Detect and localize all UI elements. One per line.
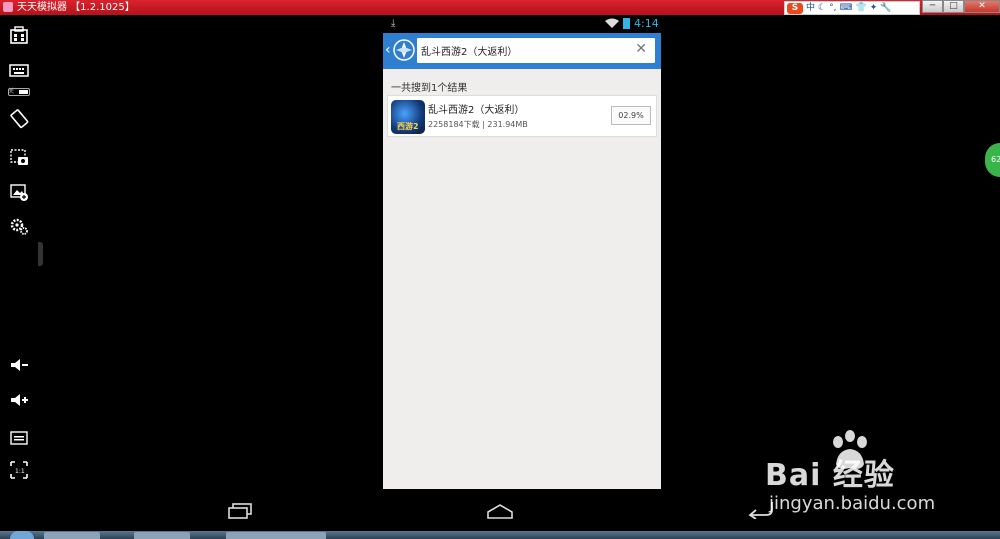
menu-icon[interactable]: [8, 425, 30, 447]
home-button[interactable]: [486, 503, 514, 519]
ime-keyboard-icon[interactable]: ⌨: [839, 3, 852, 14]
android-screen: ⤓ 4:14 ‹ 乱斗西游2（大返利） ✕ 一共搜到1个结果 西游2 乱斗西游2…: [383, 15, 661, 489]
ime-language-toggle[interactable]: 中: [806, 3, 815, 14]
app-icon-label: 西游2: [397, 122, 419, 131]
game-app-icon[interactable]: 西游2: [391, 100, 425, 134]
wifi-icon: [605, 18, 619, 28]
watermark-url: jingyan.baidu.com: [769, 493, 936, 514]
battery-icon: [623, 18, 630, 29]
ime-star-icon[interactable]: ✦: [870, 3, 878, 14]
app-header: ‹ 乱斗西游2（大返利） ✕: [383, 33, 661, 69]
keyboard-icon[interactable]: [8, 59, 30, 81]
recent-apps-button[interactable]: [227, 503, 253, 519]
window-titlebar: 天天模拟器 【1.2.1025】 S 中 ☾ °, ⌨ 👕 ✦ 🔧 ─ □ ✕: [0, 0, 1000, 15]
status-time: 4:14: [634, 17, 659, 30]
taskbar-item[interactable]: [134, 532, 190, 539]
watermark-brand: Bai 经验: [765, 458, 895, 493]
taskbar-item[interactable]: [44, 532, 100, 539]
ime-moon-icon[interactable]: ☾: [818, 3, 826, 14]
ime-skin-icon[interactable]: 👕: [855, 3, 866, 14]
volume-down-icon[interactable]: [8, 354, 30, 376]
ime-tools-icon[interactable]: 🔧: [880, 3, 891, 14]
app-logo-icon[interactable]: [393, 39, 415, 61]
search-input[interactable]: 乱斗西游2（大返利） ✕: [417, 38, 655, 63]
close-button[interactable]: ✕: [964, 0, 1000, 13]
sidebar-collapse-handle[interactable]: [38, 242, 43, 266]
download-icon: ⤓: [391, 18, 396, 29]
keyboard-toggle-switch[interactable]: 关: [8, 88, 30, 96]
list-item[interactable]: 西游2 乱斗西游2（大返利） 2258184下载 | 231.94MB 02.9…: [387, 95, 657, 137]
baidu-watermark: Bai 经验 jingyan.baidu.com: [765, 430, 995, 520]
start-button[interactable]: [10, 531, 34, 539]
app-window-icon: [3, 2, 13, 12]
android-status-bar: ⤓ 4:14: [383, 15, 661, 33]
search-query: 乱斗西游2（大返利）: [421, 47, 518, 58]
windows-taskbar: [0, 531, 1000, 539]
search-results: 一共搜到1个结果 西游2 乱斗西游2（大返利） 2258184下载 | 231.…: [383, 69, 661, 489]
ime-toolbar[interactable]: S 中 ☾ °, ⌨ 👕 ✦ 🔧: [784, 1, 920, 15]
toggle-label: 关: [8, 88, 15, 95]
screenshot-icon[interactable]: [8, 146, 30, 168]
clear-search-icon[interactable]: ✕: [635, 41, 647, 57]
svg-text:1:1: 1:1: [15, 468, 25, 475]
floating-badge[interactable]: 62: [985, 143, 1000, 177]
window-title: 天天模拟器 【1.2.1025】: [17, 2, 135, 13]
sogou-ime-icon[interactable]: S: [787, 2, 803, 14]
ime-punctuation-icon[interactable]: °,: [829, 3, 836, 14]
taskbar-item[interactable]: [270, 532, 326, 539]
rotate-icon[interactable]: [8, 108, 30, 130]
app-title: 乱斗西游2（大返利）: [428, 105, 525, 116]
app-meta: 2258184下载 | 231.94MB: [428, 120, 528, 129]
app-store-icon[interactable]: [8, 24, 30, 46]
download-progress-button[interactable]: 02.9%: [611, 106, 651, 125]
settings-icon[interactable]: [8, 215, 30, 237]
volume-up-icon[interactable]: [8, 389, 30, 411]
minimize-button[interactable]: ─: [922, 0, 943, 13]
restore-button[interactable]: □: [943, 0, 964, 13]
result-count-label: 一共搜到1个结果: [391, 83, 468, 94]
fullscreen-icon[interactable]: 1:1: [8, 459, 30, 481]
back-arrow-icon[interactable]: ‹: [385, 42, 391, 58]
gallery-icon[interactable]: [8, 181, 30, 203]
